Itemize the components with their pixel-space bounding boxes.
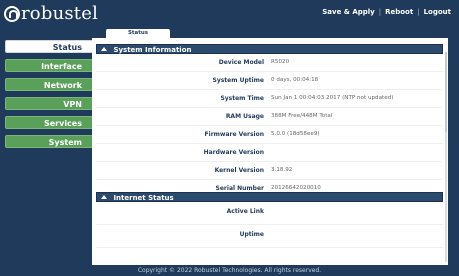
status-label: Active Link bbox=[226, 208, 264, 215]
info-label: Serial Number bbox=[215, 185, 264, 192]
info-value: Sun Jan 1 00:04:03 2017 (NTP not updated… bbox=[271, 95, 394, 101]
info-label: System Uptime bbox=[212, 77, 265, 84]
info-value: 5.0.0 (18d58ee9) bbox=[271, 131, 320, 137]
info-label: Hardware Version bbox=[203, 149, 264, 156]
info-row-kernel-version: Kernel Version 3.18.92 bbox=[96, 162, 443, 180]
status-label: Uptime bbox=[239, 231, 264, 238]
info-value: 20126642020010 bbox=[271, 185, 321, 191]
top-navigation: Save & Apply | Reboot | Logout bbox=[322, 8, 451, 16]
info-label: System Time bbox=[220, 95, 264, 102]
status-row-active-link: Active Link bbox=[96, 202, 443, 225]
reboot-link[interactable]: Reboot bbox=[385, 8, 413, 16]
scrollbar-thumb[interactable] bbox=[445, 52, 447, 132]
info-row-firmware-version: Firmware Version 5.0.0 (18d58ee9) bbox=[96, 126, 443, 144]
info-value: 3.18.92 bbox=[271, 167, 293, 173]
collapse-caret-icon[interactable] bbox=[101, 47, 107, 51]
sidebar-item-network[interactable]: Network bbox=[5, 78, 93, 91]
app-window: robustel Save & Apply | Reboot | Logout … bbox=[0, 0, 459, 276]
nav-separator: | bbox=[417, 8, 420, 16]
save-apply-link[interactable]: Save & Apply bbox=[322, 8, 374, 16]
info-label: Device Model bbox=[218, 59, 264, 66]
info-label: Firmware Version bbox=[204, 131, 264, 138]
status-row-uptime: Uptime bbox=[96, 225, 443, 248]
info-row-hardware-version: Hardware Version bbox=[96, 144, 443, 162]
info-value: 0 days, 00:04:18 bbox=[271, 77, 319, 83]
info-value: 388M Free/448M Total bbox=[271, 113, 333, 119]
info-label: Kernel Version bbox=[214, 167, 264, 174]
logo-text: robustel bbox=[21, 3, 99, 24]
panel-title: Internet Status bbox=[113, 194, 174, 202]
info-row-system-time: System Time Sun Jan 1 00:04:03 2017 (NTP… bbox=[96, 90, 443, 108]
footer: Copyright © 2022 Robustel Technologies. … bbox=[0, 265, 459, 276]
sidebar-item-services[interactable]: Services bbox=[5, 116, 93, 129]
robustel-logo: robustel bbox=[4, 3, 98, 25]
nav-separator: | bbox=[378, 8, 382, 16]
sidebar-item-status[interactable]: Status bbox=[5, 40, 93, 53]
internet-status-panel: Internet Status Active Link Uptime bbox=[96, 192, 443, 248]
info-label: RAM Usage bbox=[225, 113, 264, 120]
top-header: robustel Save & Apply | Reboot | Logout bbox=[0, 0, 459, 28]
logout-link[interactable]: Logout bbox=[424, 8, 451, 16]
tab-status[interactable]: Status bbox=[106, 29, 170, 38]
info-value: R5020 bbox=[271, 59, 290, 65]
sidebar-item-vpn[interactable]: VPN bbox=[5, 97, 93, 110]
sidebar-item-system[interactable]: System bbox=[5, 135, 93, 148]
panel-title: System Information bbox=[113, 46, 192, 54]
system-information-panel: System Information Device Model R5020 Sy… bbox=[96, 44, 443, 198]
info-row-system-uptime: System Uptime 0 days, 00:04:18 bbox=[96, 72, 443, 90]
system-information-header[interactable]: System Information bbox=[96, 44, 443, 54]
sidebar: Status Interface Network VPN Services Sy… bbox=[5, 40, 93, 154]
internet-status-header[interactable]: Internet Status bbox=[96, 192, 443, 202]
info-row-device-model: Device Model R5020 bbox=[96, 54, 443, 72]
logo-mark-icon bbox=[4, 6, 20, 22]
content-scrollbar[interactable] bbox=[445, 52, 447, 262]
collapse-caret-icon[interactable] bbox=[101, 195, 107, 199]
info-row-ram-usage: RAM Usage 388M Free/448M Total bbox=[96, 108, 443, 126]
sidebar-item-interface[interactable]: Interface bbox=[5, 59, 93, 72]
